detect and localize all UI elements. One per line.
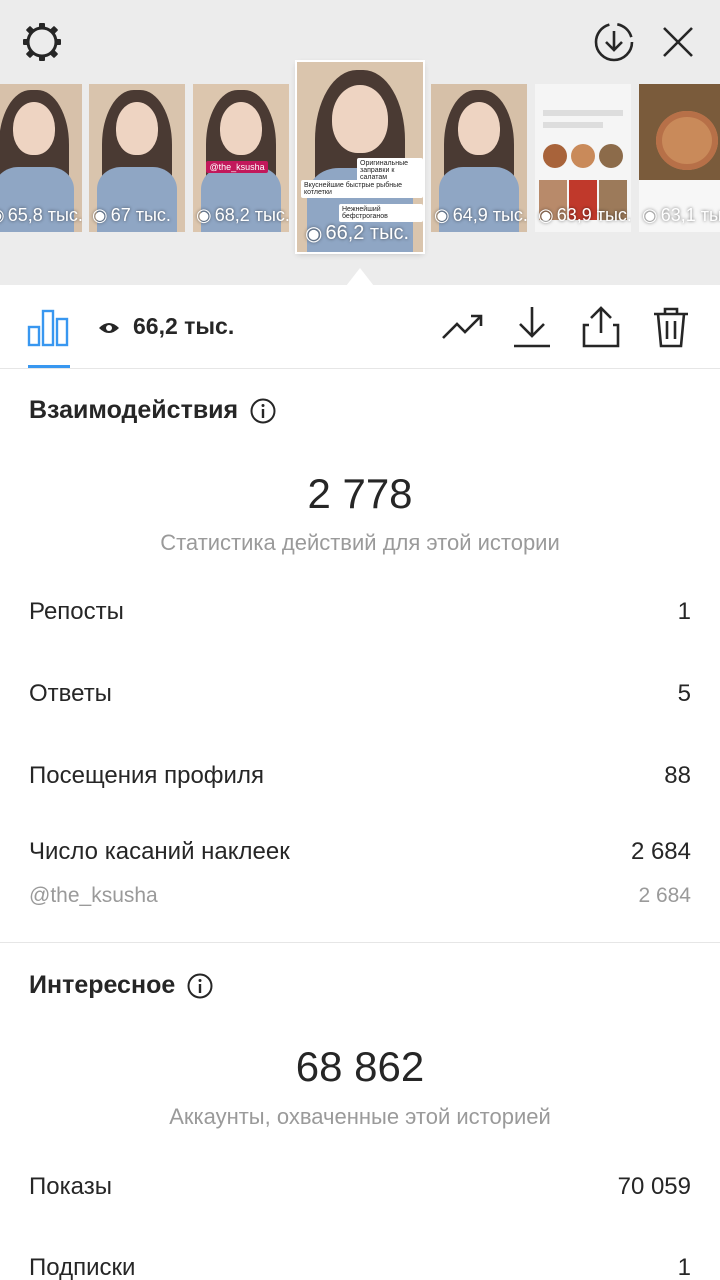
eye-icon: ◉ [0,205,5,226]
insights-tab[interactable] [26,307,70,347]
story-views: ◉ 66,2 тыс. [305,222,410,245]
trash-icon [654,307,688,348]
discovery-total: 68 862 [295,1043,425,1090]
stat-label: @the_ksusha [29,884,158,907]
stat-value: 2 684 [630,838,691,865]
stat-row-reposts: Репосты 1 [29,598,691,626]
interactions-caption: Статистика действий для этой истории [160,530,560,555]
stat-value: 1 [677,1254,691,1280]
story-views: ◉ 68,2 тыс. [196,205,289,225]
stat-label: Репосты [29,598,124,625]
stat-value: 2 684 [638,884,691,907]
eye-icon: ◉ [538,205,554,225]
section-title: Интересное [29,971,176,999]
story-thumbnail[interactable]: ◉65,8 тыс. [0,84,82,232]
insights-toolbar: 66,2 тыс. [0,285,720,369]
stat-label: Посещения профиля [29,762,264,789]
stat-label: Подписки [29,1254,136,1280]
eye-icon: ◉ [196,205,212,225]
stat-label: Число касаний наклеек [29,838,290,865]
info-icon[interactable] [250,398,276,424]
stat-row-sticker-taps: Число касаний наклеек 2 684 [29,838,691,866]
stat-label: Показы [29,1173,112,1200]
story-thumbnail-strip: ◉65,8 тыс. ◉67 тыс. @the_ksusha ◉68,2 ты… [0,60,720,254]
download-circle-icon [594,22,634,62]
active-tab-indicator [28,365,70,368]
stat-value: 1 [677,598,691,625]
section-title: Взаимодействия [29,396,239,424]
save-story-button[interactable] [590,18,638,66]
stat-row-profile-visits: Посещения профиля 88 [29,762,691,790]
story-thumbnail[interactable]: @the_ksusha ◉ 68,2 тыс. [193,84,289,232]
views-count: 66,2 тыс. [133,313,235,339]
eye-icon: ◉ [92,205,108,225]
story-views: ◉63,1 тыс. [642,205,720,225]
close-button[interactable] [654,18,702,66]
stat-row-impressions: Показы 70 059 [29,1173,691,1201]
download-button[interactable] [510,305,554,349]
story-picker-area: ◉65,8 тыс. ◉67 тыс. @the_ksusha ◉68,2 ты… [0,0,720,286]
bar-chart-icon [27,309,69,347]
discovery-caption: Аккаунты, охваченные этой историей [169,1104,551,1129]
eye-icon: ◉ [642,205,658,225]
story-thumbnail-selected[interactable]: Оригинальные заправки к салатам Вкуснейш… [295,60,425,254]
section-divider [0,942,720,943]
settings-button[interactable] [18,18,66,66]
share-icon [582,306,620,348]
text-sticker: Нежнейший бефстроганов [339,204,423,222]
stat-row-replies: Ответы 5 [29,680,691,708]
mention-sticker: @the_ksusha [206,160,268,173]
eye-icon: ◉ [434,205,450,225]
story-views: ◉ 64,9 тыс. [434,205,527,225]
interactions-total: 2 778 [307,470,413,517]
story-views: ◉ 63,9 тыс. [538,205,631,225]
selection-pointer [346,268,374,286]
share-button[interactable] [579,305,623,349]
stat-row-follows: Подписки 1 [29,1254,691,1280]
download-icon [514,307,550,348]
eye-icon [99,323,119,333]
interactions-header: Взаимодействия [29,396,276,425]
stat-subrow-mention: @the_ksusha 2 684 [29,884,691,908]
close-icon [663,27,693,57]
stat-value: 70 059 [617,1173,691,1200]
story-thumbnail[interactable]: ◉ 64,9 тыс. [431,84,527,232]
text-sticker: Вкуснейшие быстрые рыбные котлетки [301,180,423,198]
stat-label: Ответы [29,680,112,707]
story-thumbnail[interactable]: ◉63,1 тыс. [639,84,720,232]
discovery-header: Интересное [29,971,213,1000]
stat-value: 88 [664,762,691,789]
story-thumbnail[interactable]: ◉ 67 тыс. [89,84,185,232]
story-views: ◉ 67 тыс. [92,205,171,225]
story-views: ◉65,8 тыс. [0,205,82,226]
promote-button[interactable] [441,305,485,349]
gear-icon [23,23,61,61]
info-icon[interactable] [187,973,213,999]
trending-icon [442,314,483,339]
delete-button[interactable] [649,305,693,349]
story-thumbnail[interactable]: ◉ 63,9 тыс. [535,84,631,232]
stat-value: 5 [677,680,691,707]
eye-icon: ◉ [305,223,323,245]
